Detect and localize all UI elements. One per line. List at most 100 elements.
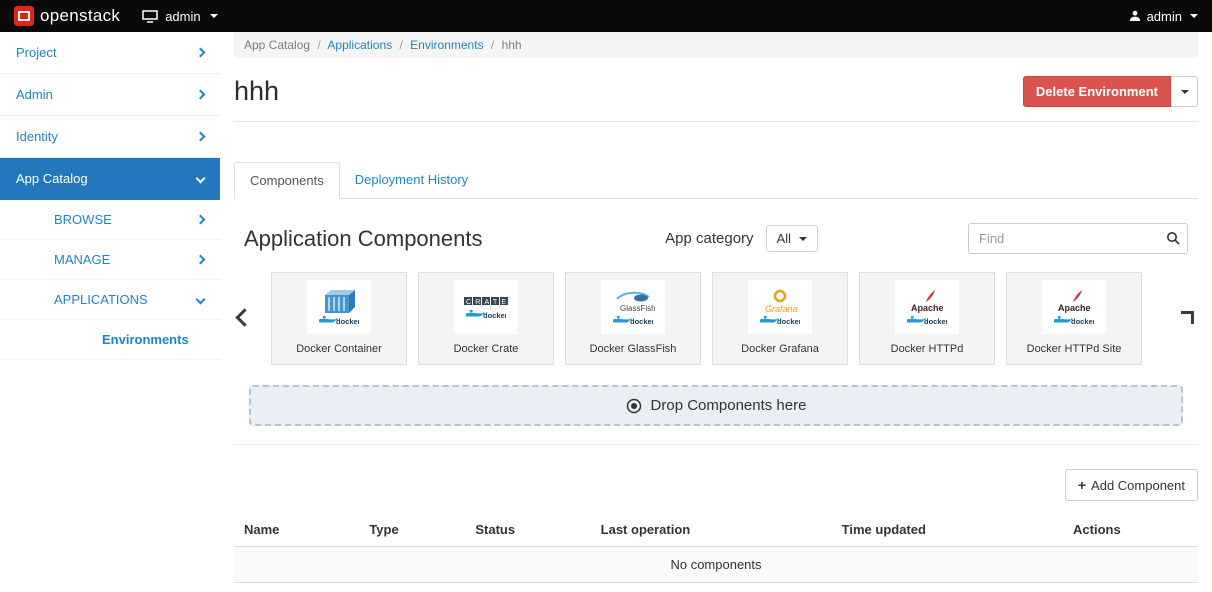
bullseye-icon: [626, 398, 642, 414]
docker-mark-icon: docker: [319, 315, 359, 326]
user-menu-label: admin: [1147, 9, 1182, 24]
sidebar-item-label: Admin: [16, 87, 53, 102]
topbar: openstack admin admin: [0, 0, 1212, 32]
main-content: App Catalog / Applications / Environment…: [220, 32, 1212, 592]
docker-httpd-site-logo: Apache docker: [1042, 280, 1106, 334]
column-header-name: Name: [234, 513, 359, 547]
svg-text:docker: docker: [336, 317, 359, 326]
docker-mark-icon: docker: [1054, 315, 1094, 326]
component-card-label: Docker GlassFish: [590, 343, 677, 355]
component-card-label: Docker Crate: [454, 343, 519, 355]
column-header-actions: Actions: [1063, 513, 1198, 547]
component-card-label: Docker HTTPd Site: [1027, 343, 1122, 355]
breadcrumb-separator: /: [317, 38, 320, 52]
component-card-label: Docker HTTPd: [891, 343, 964, 355]
user-menu-dropdown[interactable]: admin: [1129, 9, 1198, 24]
svg-text:Apache: Apache: [911, 303, 944, 313]
component-card-docker-glassfish[interactable]: GlassFish docker Docker: [565, 272, 701, 365]
brand-wordmark: openstack: [40, 6, 120, 26]
openstack-logo-icon: [14, 6, 34, 26]
search-icon[interactable]: [1166, 231, 1180, 248]
sidebar-item-manage[interactable]: MANAGE: [0, 240, 220, 280]
column-header-last-operation: Last operation: [591, 513, 832, 547]
sidebar-item-browse[interactable]: BROWSE: [0, 200, 220, 240]
sidebar-subitem-label: BROWSE: [54, 212, 112, 227]
breadcrumb-separator: /: [491, 38, 494, 52]
empty-table-message: No components: [234, 547, 1198, 583]
table-header-row: Name Type Status Last operation Time upd…: [234, 513, 1198, 547]
delete-environment-menu-toggle[interactable]: [1171, 76, 1198, 107]
component-card-label: Docker Container: [296, 343, 382, 355]
components-carousel: docker Docker Container: [234, 272, 1198, 365]
carousel-next-button[interactable]: [1177, 307, 1198, 331]
page-title: hhh: [234, 76, 279, 107]
component-card-docker-grafana[interactable]: Grafana docker Docker G: [712, 272, 848, 365]
docker-glassfish-logo: GlassFish docker: [601, 280, 665, 334]
components-table: Name Type Status Last operation Time upd…: [234, 513, 1198, 583]
openstack-logo[interactable]: openstack: [14, 6, 120, 26]
sidebar-subitem-label: MANAGE: [54, 252, 110, 267]
sidebar-item-app-catalog[interactable]: App Catalog: [0, 158, 220, 200]
caret-down-icon: [799, 237, 807, 241]
chevron-right-icon: [196, 90, 206, 100]
category-filter-value: All: [777, 231, 791, 246]
delete-environment-button[interactable]: Delete Environment: [1023, 76, 1171, 107]
caret-down-icon: [1190, 14, 1198, 18]
delete-environment-button-group: Delete Environment: [1023, 76, 1198, 107]
caret-down-icon: [210, 14, 218, 18]
svg-text:docker: docker: [483, 311, 506, 320]
components-heading: Application Components: [244, 226, 482, 252]
column-header-time-updated: Time updated: [832, 513, 1063, 547]
chevron-right-icon: [196, 215, 206, 225]
component-card-docker-httpd-site[interactable]: Apache docker Docker HT: [1006, 272, 1142, 365]
svg-text:Grafana: Grafana: [765, 304, 798, 314]
chevron-down-icon: [196, 295, 206, 305]
add-component-button[interactable]: + Add Component: [1065, 469, 1198, 501]
svg-text:Apache: Apache: [1058, 303, 1091, 313]
breadcrumb-separator: /: [399, 38, 402, 52]
sidebar-item-label: Project: [16, 45, 56, 60]
context-selector-label: admin: [165, 9, 200, 24]
sidebar-subitem-label: APPLICATIONS: [54, 292, 148, 307]
sidebar-item-environments[interactable]: Environments: [0, 320, 220, 360]
svg-text:CRATE: CRATE: [466, 299, 509, 306]
sidebar-item-project[interactable]: Project: [0, 32, 220, 74]
sidebar-item-applications[interactable]: APPLICATIONS: [0, 280, 220, 320]
sidebar-item-identity[interactable]: Identity: [0, 116, 220, 158]
docker-mark-icon: docker: [613, 315, 653, 326]
docker-container-logo: docker: [307, 280, 371, 334]
find-input[interactable]: [968, 223, 1188, 254]
svg-text:GlassFish: GlassFish: [620, 304, 655, 313]
add-component-label: Add Component: [1091, 478, 1185, 493]
context-selector-dropdown[interactable]: admin: [142, 9, 217, 24]
sidebar-item-label: App Catalog: [16, 171, 88, 186]
sidebar: Project Admin Identity App Catalog BROWS…: [0, 32, 220, 592]
sidebar-item-admin[interactable]: Admin: [0, 74, 220, 116]
dropzone-label: Drop Components here: [651, 397, 807, 414]
docker-mark-icon: docker: [907, 315, 947, 326]
sidebar-leaf-label: Environments: [102, 332, 189, 347]
carousel-prev-button[interactable]: [234, 307, 255, 331]
chevron-right-icon: [196, 255, 206, 265]
component-card-docker-crate[interactable]: CRATE docker Docker Cra: [418, 272, 554, 365]
tab-deployment-history[interactable]: Deployment History: [340, 162, 483, 199]
empty-table-row: No components: [234, 547, 1198, 583]
column-header-status: Status: [465, 513, 590, 547]
chevron-right-icon: [196, 48, 206, 58]
tab-components[interactable]: Components: [234, 162, 340, 199]
component-card-list: docker Docker Container: [271, 272, 1161, 365]
chevron-right-icon: [1181, 311, 1194, 324]
breadcrumb-environments-link[interactable]: Environments: [410, 38, 483, 52]
breadcrumb-app-catalog: App Catalog: [244, 38, 310, 52]
category-filter-dropdown[interactable]: All: [766, 225, 818, 252]
component-card-docker-httpd[interactable]: Apache docker Docker HT: [859, 272, 995, 365]
user-icon: [1129, 10, 1141, 22]
docker-mark-icon: docker: [466, 309, 506, 320]
component-card-docker-container[interactable]: docker Docker Container: [271, 272, 407, 365]
breadcrumb-applications-link[interactable]: Applications: [327, 38, 392, 52]
drop-components-zone[interactable]: Drop Components here: [249, 385, 1183, 426]
chevron-left-icon: [235, 308, 253, 326]
plus-icon: +: [1078, 477, 1086, 493]
title-divider: [234, 121, 1198, 122]
svg-text:docker: docker: [777, 317, 800, 326]
